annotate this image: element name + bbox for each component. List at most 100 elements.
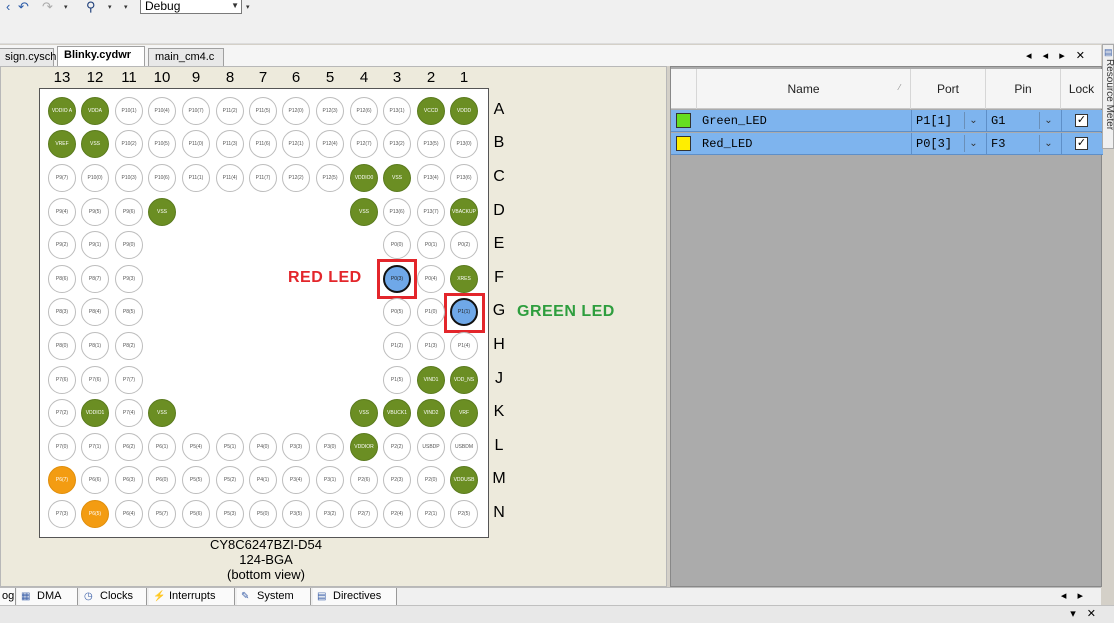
pin-g11[interactable]: P8(5) xyxy=(115,298,143,326)
header-pin[interactable]: Pin xyxy=(986,69,1061,109)
pin-l8[interactable]: P5(1) xyxy=(216,433,244,461)
pin-h11[interactable]: P8(2) xyxy=(115,332,143,360)
status-controls[interactable]: ▾ ✕ xyxy=(1070,607,1100,620)
toolbar-overflow-icon[interactable]: ▾ xyxy=(246,0,254,16)
pin-h12[interactable]: P8(1) xyxy=(81,332,109,360)
pin-j12[interactable]: P7(6) xyxy=(81,366,109,394)
pin-b5[interactable]: P12(4) xyxy=(316,130,344,158)
port-dropdown-icon[interactable]: ⌄ xyxy=(964,135,982,152)
pin-dropdown-icon[interactable]: ⌄ xyxy=(1039,135,1057,152)
pin-g3[interactable]: P0(5) xyxy=(383,298,411,326)
pin-c3[interactable]: VSS xyxy=(383,164,411,192)
pin-m3[interactable]: P2(3) xyxy=(383,466,411,494)
pin-e3[interactable]: P0(0) xyxy=(383,231,411,259)
pin-h13[interactable]: P8(0) xyxy=(48,332,76,360)
pin-n8[interactable]: P5(3) xyxy=(216,500,244,528)
pin-c13[interactable]: P9(7) xyxy=(48,164,76,192)
pin-l3[interactable]: P2(2) xyxy=(383,433,411,461)
pin-m9[interactable]: P5(5) xyxy=(182,466,210,494)
pin-n7[interactable]: P5(0) xyxy=(249,500,277,528)
pin-m4[interactable]: P2(6) xyxy=(350,466,378,494)
pin-c5[interactable]: P12(5) xyxy=(316,164,344,192)
pin-a9[interactable]: P10(7) xyxy=(182,97,210,125)
pin-n5[interactable]: P3(2) xyxy=(316,500,344,528)
pin-f3[interactable]: P0(3) xyxy=(383,265,411,293)
pin-d4[interactable]: VSS xyxy=(350,198,378,226)
pin-value[interactable]: F3 xyxy=(991,137,1005,151)
tab-system[interactable]: ✎ System xyxy=(237,588,311,605)
undo-icon[interactable]: ↶ xyxy=(18,0,29,14)
pin-k3[interactable]: VBUCK1 xyxy=(383,399,411,427)
toolbar-overflow-icon[interactable]: ▾ xyxy=(64,0,72,16)
pin-h1[interactable]: P1(4) xyxy=(450,332,478,360)
pin-l13[interactable]: P7(0) xyxy=(48,433,76,461)
pin-f11[interactable]: P9(3) xyxy=(115,265,143,293)
pin-b12[interactable]: VSS xyxy=(81,130,109,158)
pin-a10[interactable]: P10(4) xyxy=(148,97,176,125)
pin-k11[interactable]: P7(4) xyxy=(115,399,143,427)
table-row-red-led[interactable]: Red_LED P0[3] ⌄ F3 ⌄ ✓ xyxy=(671,133,1103,155)
pin-b2[interactable]: P13(5) xyxy=(417,130,445,158)
pin-f1[interactable]: XRES xyxy=(450,265,478,293)
pin-g2[interactable]: P1(0) xyxy=(417,298,445,326)
tab-directives[interactable]: ▤ Directives xyxy=(313,588,397,605)
pin-d11[interactable]: P9(6) xyxy=(115,198,143,226)
tab-design-wide-resources[interactable]: Blinky.cydwr xyxy=(57,46,145,66)
pin-b3[interactable]: P13(2) xyxy=(383,130,411,158)
pin-n2[interactable]: P2(1) xyxy=(417,500,445,528)
pin-k1[interactable]: VRF xyxy=(450,399,478,427)
pin-f12[interactable]: P8(7) xyxy=(81,265,109,293)
pin-g1[interactable]: P1(1) xyxy=(450,298,478,326)
pin-n10[interactable]: P5(7) xyxy=(148,500,176,528)
pin-a8[interactable]: P11(2) xyxy=(216,97,244,125)
pin-a12[interactable]: VDDA xyxy=(81,97,109,125)
tab-dma[interactable]: ▦ DMA xyxy=(17,588,78,605)
port-value[interactable]: P1[1] xyxy=(916,114,952,128)
pin-c9[interactable]: P11(1) xyxy=(182,164,210,192)
pin-n11[interactable]: P6(4) xyxy=(115,500,143,528)
header-lock[interactable]: Lock xyxy=(1061,69,1103,109)
pin-a7[interactable]: P11(5) xyxy=(249,97,277,125)
pin-d2[interactable]: P13(7) xyxy=(417,198,445,226)
pin-b6[interactable]: P12(1) xyxy=(282,130,310,158)
bottom-tab-scroll[interactable]: ◂ ▸ xyxy=(1061,589,1087,602)
pin-j3[interactable]: P1(5) xyxy=(383,366,411,394)
pin-m10[interactable]: P6(0) xyxy=(148,466,176,494)
tab-clocks[interactable]: ◷ Clocks xyxy=(80,588,147,605)
pin-m12[interactable]: P6(6) xyxy=(81,466,109,494)
pin-f2[interactable]: P0(4) xyxy=(417,265,445,293)
pin-l2[interactable]: USBDP xyxy=(417,433,445,461)
pin-l7[interactable]: P4(0) xyxy=(249,433,277,461)
tab-schematic[interactable]: sign.cysch xyxy=(0,48,56,66)
pin-k12[interactable]: VDDIO1 xyxy=(81,399,109,427)
pin-d1[interactable]: VBACKUP xyxy=(450,198,478,226)
pin-d12[interactable]: P9(5) xyxy=(81,198,109,226)
nav-back-icon[interactable]: ‹ xyxy=(6,0,10,14)
pin-value[interactable]: G1 xyxy=(991,114,1005,128)
pin-c12[interactable]: P10(0) xyxy=(81,164,109,192)
pin-c1[interactable]: P13(6) xyxy=(450,164,478,192)
pin-c7[interactable]: P11(7) xyxy=(249,164,277,192)
pin-b1[interactable]: P13(0) xyxy=(450,130,478,158)
pin-l11[interactable]: P6(2) xyxy=(115,433,143,461)
configuration-select[interactable]: Debug ▼ xyxy=(140,0,242,14)
pin-m2[interactable]: P2(0) xyxy=(417,466,445,494)
pin-e2[interactable]: P0(1) xyxy=(417,231,445,259)
pin-c6[interactable]: P12(2) xyxy=(282,164,310,192)
pin-a11[interactable]: P10(1) xyxy=(115,97,143,125)
pin-g12[interactable]: P8(4) xyxy=(81,298,109,326)
pin-a1[interactable]: VDDD xyxy=(450,97,478,125)
pin-m7[interactable]: P4(1) xyxy=(249,466,277,494)
pin-k13[interactable]: P7(2) xyxy=(48,399,76,427)
pin-j1[interactable]: VDD_NS xyxy=(450,366,478,394)
toolbar-overflow-icon[interactable]: ▾ xyxy=(124,0,132,16)
header-name[interactable]: Name xyxy=(697,69,911,109)
pin-m1[interactable]: VDDUSB xyxy=(450,466,478,494)
redo-icon[interactable]: ↷ xyxy=(42,0,53,14)
pin-b8[interactable]: P11(3) xyxy=(216,130,244,158)
pin-b9[interactable]: P11(0) xyxy=(182,130,210,158)
pin-d3[interactable]: P13(6) xyxy=(383,198,411,226)
pin-l9[interactable]: P5(4) xyxy=(182,433,210,461)
pin-m5[interactable]: P3(1) xyxy=(316,466,344,494)
tab-main-cm4[interactable]: main_cm4.c xyxy=(148,48,224,66)
